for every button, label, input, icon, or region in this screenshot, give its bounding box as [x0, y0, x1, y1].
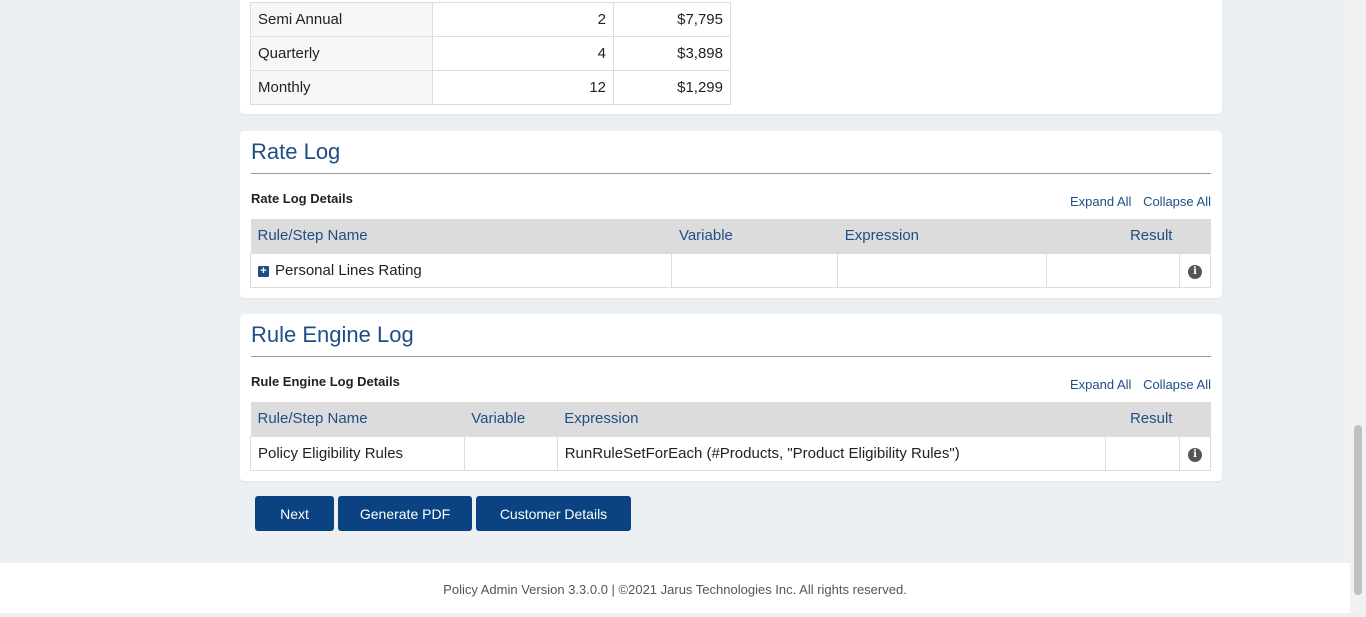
expand-collapse-links: Expand All Collapse All	[1062, 377, 1211, 392]
payment-schedule-table: Semi Annual 2 $7,795 Quarterly 4 $3,898 …	[250, 2, 731, 105]
expression-cell	[837, 252, 1048, 288]
info-cell: i	[1178, 252, 1212, 288]
column-header-result: Result	[1046, 219, 1180, 253]
scrollbar[interactable]	[1350, 0, 1366, 613]
amount-cell: $1,299	[613, 70, 731, 105]
next-button[interactable]: Next	[255, 496, 334, 531]
payment-schedule-card: Semi Annual 2 $7,795 Quarterly 4 $3,898 …	[240, 0, 1222, 114]
expand-collapse-links: Expand All Collapse All	[1062, 194, 1211, 209]
customer-details-button[interactable]: Customer Details	[476, 496, 631, 531]
amount-cell: $3,898	[613, 36, 731, 71]
expression-cell: RunRuleSetForEach (#Products, "Product E…	[556, 435, 1107, 471]
column-header-actions	[1179, 219, 1211, 253]
scrollbar-thumb[interactable]	[1354, 425, 1362, 595]
column-header-actions	[1179, 402, 1211, 436]
table-header-row: Rule/Step Name Variable Expression Resul…	[250, 219, 1211, 253]
plus-square-icon[interactable]: +	[258, 265, 269, 277]
table-header-row: Rule/Step Name Variable Expression Resul…	[250, 402, 1211, 436]
column-header-expression: Expression	[837, 219, 1047, 253]
table-row: + Personal Lines Rating i	[249, 252, 1212, 288]
divider	[251, 173, 1211, 174]
installments-cell: 2	[432, 2, 614, 37]
table-row: Quarterly 4 $3,898	[250, 36, 731, 71]
rule-name-label: Personal Lines Rating	[275, 261, 422, 279]
expand-all-link[interactable]: Expand All	[1070, 377, 1131, 392]
collapse-all-link[interactable]: Collapse All	[1143, 194, 1211, 209]
section-subtitle: Rule Engine Log Details	[251, 374, 400, 389]
rule-name-cell: + Personal Lines Rating	[249, 252, 673, 288]
generate-pdf-button[interactable]: Generate PDF	[338, 496, 472, 531]
info-icon[interactable]: i	[1187, 448, 1202, 462]
table-row: Monthly 12 $1,299	[250, 70, 731, 105]
plan-cell: Quarterly	[250, 36, 433, 71]
footer: Policy Admin Version 3.3.0.0 | ©2021 Jar…	[0, 563, 1350, 613]
result-cell	[1105, 435, 1180, 471]
column-header-variable: Variable	[671, 219, 838, 253]
section-title: Rule Engine Log	[251, 322, 414, 347]
amount-cell: $7,795	[613, 2, 731, 37]
footer-text: Policy Admin Version 3.3.0.0 | ©2021 Jar…	[443, 582, 907, 597]
column-header-name: Rule/Step Name	[250, 402, 465, 436]
divider	[251, 356, 1211, 357]
expand-all-link[interactable]: Expand All	[1070, 194, 1131, 209]
table-row: Policy Eligibility Rules RunRuleSetForEa…	[250, 435, 1212, 471]
info-icon[interactable]: i	[1187, 265, 1202, 279]
column-header-expression: Expression	[557, 402, 1106, 436]
rule-name-cell: Policy Eligibility Rules	[250, 435, 465, 471]
section-subtitle: Rate Log Details	[251, 191, 353, 206]
installments-cell: 4	[432, 36, 614, 71]
plan-cell: Monthly	[250, 70, 433, 105]
installments-cell: 12	[432, 70, 614, 105]
column-header-result: Result	[1105, 402, 1180, 436]
rate-log-card: Rate Log Rate Log Details Expand All Col…	[240, 131, 1222, 298]
rule-engine-log-table: Rule/Step Name Variable Expression Resul…	[250, 402, 1212, 471]
section-title: Rate Log	[251, 139, 341, 164]
column-header-name: Rule/Step Name	[250, 219, 672, 253]
rule-engine-log-card: Rule Engine Log Rule Engine Log Details …	[240, 314, 1222, 481]
info-cell: i	[1178, 435, 1212, 471]
rate-log-table: Rule/Step Name Variable Expression Resul…	[249, 219, 1212, 288]
collapse-all-link[interactable]: Collapse All	[1143, 377, 1211, 392]
result-cell	[1046, 252, 1180, 288]
variable-cell	[671, 252, 839, 288]
variable-cell	[463, 435, 558, 471]
column-header-variable: Variable	[464, 402, 558, 436]
table-row: Semi Annual 2 $7,795	[250, 2, 731, 37]
plan-cell: Semi Annual	[250, 2, 433, 37]
